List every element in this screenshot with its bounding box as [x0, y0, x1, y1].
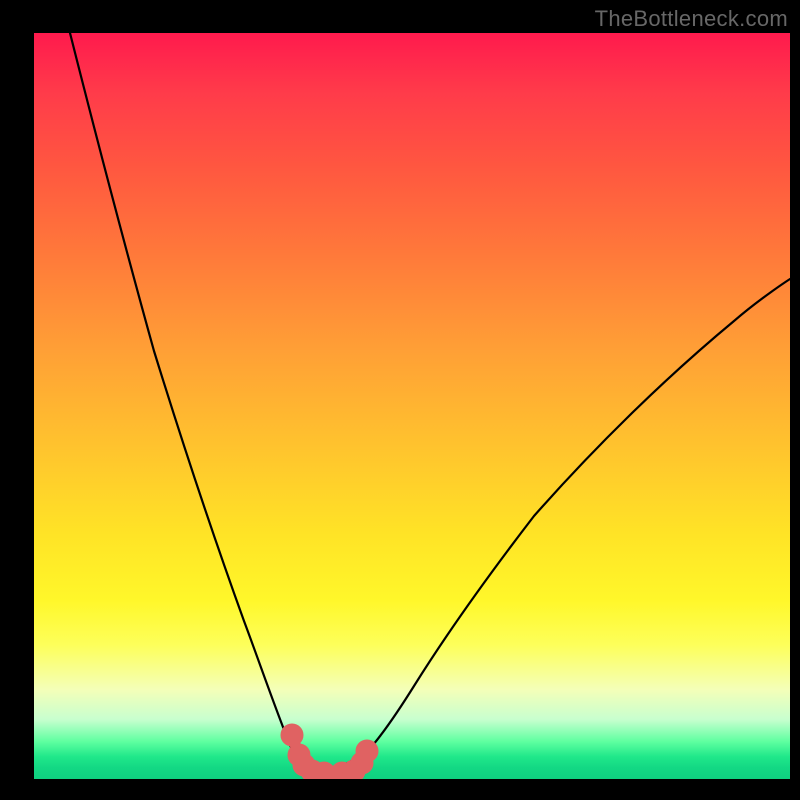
bottleneck-curve	[70, 33, 790, 771]
watermark-text: TheBottleneck.com	[595, 6, 788, 32]
plot-area	[34, 33, 790, 779]
valley-markers	[286, 729, 373, 779]
chart-frame: TheBottleneck.com	[0, 0, 800, 800]
curve-layer	[34, 33, 790, 779]
